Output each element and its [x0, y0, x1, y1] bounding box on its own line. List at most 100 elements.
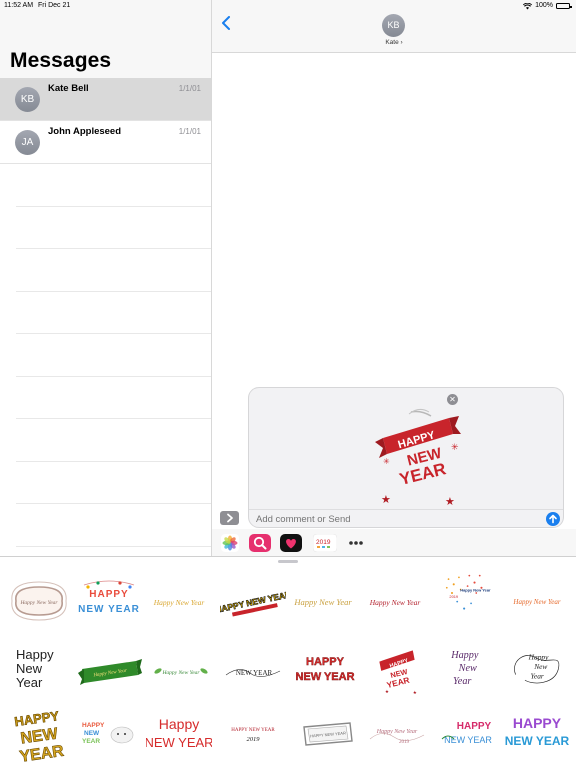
status-date: Fri Dec 21 — [38, 2, 71, 9]
svg-text:✳: ✳ — [451, 443, 459, 453]
sticker-fireworks-2019[interactable]: Happy New Year 2019 — [432, 567, 498, 619]
sticker-multicolor-script[interactable]: Happy New Year — [504, 575, 570, 627]
sticker-gold-happy-new-year[interactable]: Happy New Year — [290, 575, 356, 627]
sticker-green-banner[interactable]: Happy New Year — [76, 647, 142, 699]
sticker-label: Happy New Year — [376, 729, 418, 735]
sticker-red-outlined[interactable]: HAPPY NEW YEAR — [292, 645, 358, 697]
sticker-red-2019[interactable]: HAPPY NEW YEAR 2019 — [220, 707, 286, 759]
status-bar: 11:52 AM Fri Dec 21 100% — [0, 0, 576, 12]
empty-row — [16, 292, 211, 334]
sticker-gold-script[interactable]: Happy New Year — [146, 575, 212, 627]
sticker-line-new-year: NEW YEAR — [505, 734, 570, 748]
avatar: KB — [15, 87, 40, 112]
sticker-label: YEAR — [386, 675, 411, 690]
sticker-line-happy: Happy — [450, 650, 479, 661]
image-search-app-icon[interactable] — [249, 534, 271, 552]
sticker-plain-black[interactable]: Happy New Year — [8, 645, 74, 697]
sticker-year: 2019 — [399, 740, 410, 745]
sticker-line-new: New — [16, 661, 43, 676]
sticker-label: Happy New Year — [369, 598, 421, 607]
sticker-label: Happy New Year — [161, 670, 200, 676]
sticker-dog-card[interactable]: HAPPY NEW YEAR — [76, 707, 142, 759]
new-year-stickers-app-icon[interactable]: 2019 — [313, 534, 337, 552]
empty-row — [16, 334, 211, 377]
sticker-colorful-happy-new-year[interactable]: HAPPY NEW YEAR — [76, 575, 142, 627]
app-drawer: 2019 — [212, 529, 576, 556]
sticker-bold-red-yellow[interactable]: HAPPY NEW YEAR — [220, 575, 286, 627]
sticker-red-sans[interactable]: Happy NEW YEAR — [146, 707, 212, 759]
page-title: Messages — [10, 49, 112, 72]
sticker-line-year: Year — [453, 676, 471, 687]
contact-name-button[interactable]: Kate › — [362, 39, 426, 46]
sticker-black-flourish[interactable]: Happy New Year — [504, 643, 570, 695]
comment-bar — [249, 509, 563, 528]
photos-app-icon[interactable] — [221, 534, 239, 552]
sticker-multicolor-bold[interactable]: HAPPY NEW YEAR — [504, 707, 570, 759]
sticker-label: Happy New Year — [19, 600, 58, 606]
messages-app: 11:52 AM Fri Dec 21 100% Messages KB Kat… — [0, 0, 576, 768]
sticker-preview-card: ✕ HAPPY NEW YEAR ✳ ✳ ★ ★ — [248, 387, 564, 528]
sticker-rainbow-happy-newyear[interactable]: HAPPY NEW YEAR — [434, 707, 500, 759]
more-apps-icon[interactable] — [347, 534, 365, 552]
avatar: JA — [15, 130, 40, 155]
app-icon-year-text: 2019 — [316, 539, 331, 546]
sticker-line-year: Year — [531, 671, 544, 680]
svg-text:✳: ✳ — [383, 457, 390, 466]
sticker-line-new: New — [533, 662, 547, 671]
svg-text:★: ★ — [385, 689, 389, 695]
battery-percent: 100% — [535, 2, 553, 9]
expand-apps-button[interactable] — [220, 511, 239, 525]
sticker-year: 2019 — [449, 594, 458, 599]
conversation-name: John Appleseed — [48, 126, 122, 137]
sticker-label: Happy New Year — [153, 598, 205, 607]
sticker-black-calligraphy[interactable]: NEW YEAR — [220, 647, 286, 699]
conversation-sidebar: Messages KB Kate Bell 1/1/01 JA John App… — [0, 0, 212, 556]
drawer-grabber[interactable] — [278, 560, 298, 563]
sticker-grey-badge[interactable]: HAPPY NEW YEAR — [294, 707, 360, 759]
conversation-date: 1/1/01 — [178, 127, 201, 136]
sticker-purple-script[interactable]: Happy New Year — [434, 643, 500, 695]
sticker-label: NEW YEAR — [78, 604, 140, 615]
conversation-name: Kate Bell — [48, 83, 89, 94]
sticker-line-new-year: NEW YEAR — [146, 735, 212, 750]
sticker-line-happy: Happy — [159, 716, 199, 732]
chevron-right-icon: › — [400, 39, 403, 46]
digital-touch-app-icon[interactable] — [280, 534, 302, 552]
back-chevron-icon[interactable] — [220, 16, 232, 30]
battery-icon — [556, 3, 572, 9]
happy-new-year-sticker-preview: HAPPY NEW YEAR ✳ ✳ ★ ★ — [375, 408, 461, 508]
sticker-line-happy: HAPPY — [457, 721, 492, 732]
contact-avatar[interactable]: KB — [382, 14, 405, 37]
sticker-line-new: NEW — [84, 730, 100, 737]
conversation-kate-bell[interactable]: KB Kate Bell 1/1/01 — [0, 78, 211, 121]
sticker-browser: Happy New Year HAPPY NEW YEAR Happy New … — [0, 556, 576, 768]
sticker-red-script[interactable]: Happy New Year — [362, 575, 428, 627]
sticker-line-happy: HAPPY — [82, 722, 105, 729]
sticker-text-year: YEAR — [397, 459, 447, 489]
empty-row — [16, 462, 211, 504]
conversation-john-appleseed[interactable]: JA John Appleseed 1/1/01 — [0, 121, 211, 164]
empty-row — [16, 164, 211, 207]
sticker-label: HAPPY — [89, 589, 128, 600]
empty-row — [16, 207, 211, 249]
sticker-leafy-script[interactable]: Happy New Year — [148, 647, 214, 699]
sticker-label: NEW YEAR — [236, 669, 273, 677]
sticker-gold-3d[interactable]: HAPPY NEW YEAR — [6, 705, 72, 767]
sticker-line-new-year: NEW YEAR — [295, 671, 354, 683]
svg-text:★: ★ — [445, 495, 455, 508]
sticker-pink-script[interactable]: Happy New Year 2019 — [364, 707, 430, 759]
sticker-red-ribbon[interactable]: HAPPY NEW YEAR ★ ★ — [364, 643, 430, 695]
chevron-right-icon — [227, 513, 233, 523]
conversation-date: 1/1/01 — [178, 84, 201, 93]
sticker-line-year: Year — [16, 675, 43, 690]
sticker-line-happy: HAPPY — [306, 656, 345, 668]
conversation-list: KB Kate Bell 1/1/01 JA John Appleseed 1/… — [0, 78, 211, 556]
comment-input[interactable] — [256, 514, 516, 525]
svg-text:★: ★ — [381, 493, 391, 506]
empty-row — [16, 419, 211, 462]
sticker-year: 2019 — [247, 736, 261, 743]
arrow-up-icon — [549, 514, 557, 524]
sticker-label: Happy New Year — [293, 597, 352, 607]
send-button[interactable] — [546, 512, 560, 526]
sticker-ornate-frame[interactable]: Happy New Year — [6, 575, 72, 627]
